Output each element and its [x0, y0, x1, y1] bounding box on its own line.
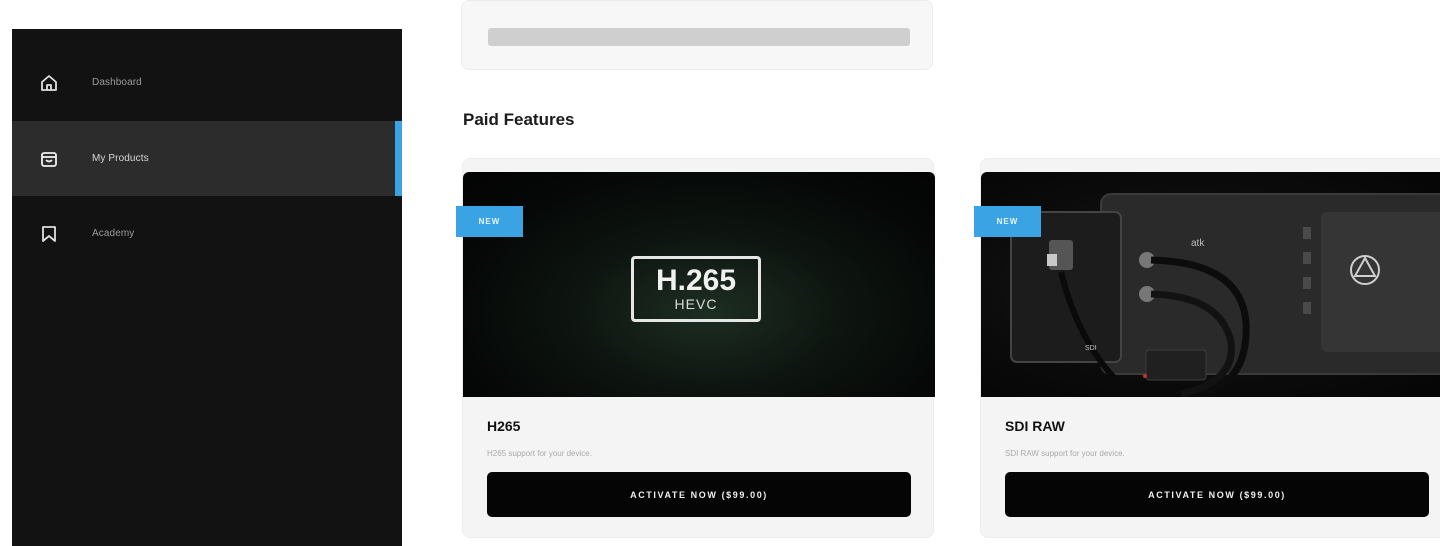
bookmark-icon [38, 223, 60, 245]
activate-button[interactable]: ACTIVATE NOW ($99.00) [487, 472, 911, 517]
feature-card-h265: NEW H.265 HEVC H265 H265 support for you… [456, 158, 935, 538]
sidebar-item-label: Academy [92, 228, 135, 239]
sidebar-item-label: Dashboard [92, 77, 142, 88]
feature-image: H.265 HEVC [463, 172, 935, 397]
sidebar-item-label: My Products [92, 153, 149, 164]
monitor-illustration: atk SDI [1010, 193, 1440, 397]
logo-sub-text: HEVC [674, 296, 718, 312]
shopping-bag-icon [38, 148, 60, 170]
previous-card [461, 0, 933, 70]
h265-logo: H.265 HEVC [631, 256, 761, 322]
section-title: Paid Features [463, 110, 575, 129]
app-root: Dashboard My Products Academy Paid Featu… [0, 0, 1440, 546]
feature-image: atk SDI [981, 172, 1440, 397]
sidebar-item-dashboard[interactable]: Dashboard [12, 45, 402, 120]
active-indicator [395, 121, 402, 196]
new-badge: NEW [456, 206, 523, 237]
card-title: SDI RAW [1005, 418, 1065, 434]
sidebar-item-my-products[interactable]: My Products [12, 121, 402, 196]
card-title: H265 [487, 418, 521, 434]
card-description: H265 support for your device. [487, 449, 592, 458]
card-description: SDI RAW support for your device. [1005, 449, 1125, 458]
svg-text:SDI: SDI [1085, 345, 1097, 352]
logo-main-text: H.265 [655, 264, 737, 297]
svg-text:atk: atk [1191, 238, 1205, 249]
feature-card-sdi-raw: NEW atk SDI SDI RAW SDI RAW support for … [974, 158, 1440, 538]
home-icon [38, 72, 60, 94]
new-badge: NEW [974, 206, 1041, 237]
previous-card-button[interactable] [488, 28, 910, 46]
sidebar-item-academy[interactable]: Academy [12, 196, 402, 271]
activate-button[interactable]: ACTIVATE NOW ($99.00) [1005, 472, 1429, 517]
sidebar: Dashboard My Products Academy [12, 29, 402, 546]
